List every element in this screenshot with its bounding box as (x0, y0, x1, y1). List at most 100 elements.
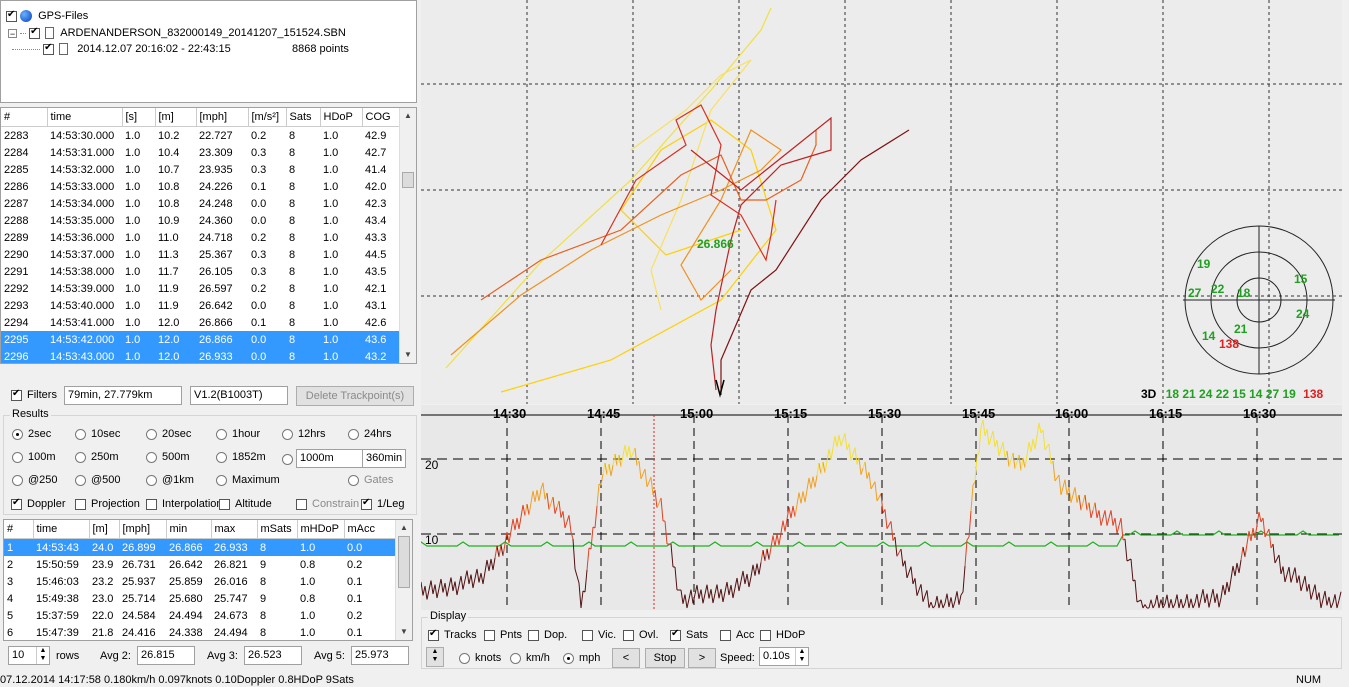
gates-option[interactable]: Gates (348, 473, 393, 487)
tree-file[interactable]: − ARDENANDERSON_832000149_20141207_15152… (8, 25, 346, 41)
result-flag[interactable]: Constrain (296, 497, 359, 511)
table-row[interactable]: 2284 14:53:31.000 1.0 10.4 23.309 0.3 8 1.0 42.7 (1, 144, 401, 161)
display-check[interactable]: Sats (670, 628, 708, 642)
radio-button[interactable] (216, 474, 227, 486)
scroll-down-icon[interactable]: ▼ (400, 347, 416, 363)
points-col-header[interactable]: [mph] (196, 108, 249, 127)
radio-button[interactable] (348, 428, 359, 440)
display-check[interactable]: Ovl. (623, 628, 659, 642)
table-row[interactable]: 6 15:47:39 21.8 24.416 24.338 24.494 8 1.0 0.1 (4, 624, 398, 640)
points-table[interactable]: # time [s] [m] [mph] [m/s²] Sats HDoP COG 2283 14… (1, 108, 402, 363)
table-row[interactable]: 2296 14:53:43.000 1.0 12.0 26.933 0.0 8 1.0 43.2 (1, 348, 401, 363)
results-col-header[interactable]: time (33, 520, 90, 539)
unit-option[interactable]: mph (563, 651, 600, 665)
filters-option[interactable]: Filters (11, 388, 57, 402)
result-flag[interactable]: 1/Leg (361, 497, 405, 511)
radio-button[interactable] (75, 428, 86, 440)
radio-button[interactable] (75, 474, 86, 486)
checkbox[interactable] (623, 629, 634, 641)
checkbox[interactable] (582, 629, 593, 641)
next-button[interactable]: > (688, 648, 716, 668)
collapse-icon[interactable]: − (8, 28, 17, 38)
table-row[interactable]: 2287 14:53:34.000 1.0 10.8 24.248 0.0 8 1.0 42.3 (1, 195, 401, 212)
result-option[interactable]: 250m (75, 450, 119, 464)
results-col-header[interactable]: mHDoP (297, 520, 345, 539)
table-row[interactable]: 5 15:37:59 22.0 24.584 24.494 24.673 8 1.0 0.2 (4, 607, 398, 624)
scroll-down-icon[interactable]: ▼ (396, 624, 412, 640)
result-option[interactable]: 1852m (216, 450, 266, 464)
scroll-thumb[interactable] (398, 536, 410, 588)
radio-button[interactable] (348, 474, 359, 486)
filters-checkbox[interactable] (11, 388, 22, 401)
table-row[interactable]: 2292 14:53:39.000 1.0 11.9 26.597 0.2 8 1.0 42.1 (1, 280, 401, 297)
unit-option[interactable]: knots (459, 651, 501, 665)
custom-time-field[interactable]: 360min (362, 449, 406, 468)
results-col-header[interactable]: max (211, 520, 258, 539)
prev-button[interactable]: < (612, 648, 640, 668)
radio-button[interactable] (75, 451, 86, 463)
checkbox[interactable] (11, 497, 22, 510)
result-option[interactable]: 20sec (146, 427, 191, 441)
points-col-header[interactable]: [m] (155, 108, 197, 127)
radio-button[interactable] (563, 652, 574, 664)
result-option[interactable]: 10sec (75, 427, 120, 441)
results-table[interactable]: # time [m] [mph] min max mSats mHDoP mAcc 1 14:53… (4, 520, 399, 640)
display-check[interactable]: Acc (720, 628, 754, 642)
table-row[interactable]: 2295 14:53:42.000 1.0 12.0 26.866 0.0 8 1.0 43.6 (1, 331, 401, 348)
scroll-thumb[interactable] (402, 172, 414, 188)
result-option[interactable]: Maximum (216, 473, 280, 487)
radio-button[interactable] (282, 453, 293, 465)
speed-spinner[interactable]: 0.10s ▲ ▼ (759, 647, 809, 666)
points-col-header[interactable]: Sats (286, 108, 321, 127)
tree-root[interactable]: GPS-Files (6, 8, 88, 24)
rows-spinner[interactable]: 10 ▲ ▼ (8, 646, 50, 665)
tree-file-checkbox[interactable] (29, 26, 41, 39)
result-option[interactable]: 1hour (216, 427, 260, 441)
radio-button[interactable] (216, 428, 227, 440)
results-col-header[interactable]: [m] (89, 520, 120, 539)
track-map[interactable]: 26.866 19 15 27 22 18 24 21 14 138 3D 18 21 24 2… (421, 0, 1342, 404)
checkbox[interactable] (528, 629, 539, 641)
radio-button[interactable] (146, 428, 157, 440)
radio-button[interactable] (510, 652, 521, 664)
radio-button[interactable] (459, 652, 470, 664)
radio-button[interactable] (282, 428, 293, 440)
tree-segment-checkbox[interactable] (43, 42, 55, 55)
spinner-icon[interactable]: ▲ ▼ (795, 648, 808, 665)
scroll-up-icon[interactable]: ▲ (396, 520, 412, 536)
result-option[interactable]: @500 (75, 473, 121, 487)
points-col-header[interactable]: time (47, 108, 123, 127)
results-col-header[interactable]: # (4, 520, 34, 539)
track-map-canvas[interactable]: 26.866 191527 22 18242114138 3D 18 21 24 2… (421, 0, 1342, 404)
checkbox[interactable] (361, 497, 372, 510)
table-row[interactable]: 2286 14:53:33.000 1.0 10.8 24.226 0.1 8 1.0 42.0 (1, 178, 401, 195)
table-row[interactable]: 2293 14:53:40.000 1.0 11.9 26.642 0.0 8 1.0 43.1 (1, 297, 401, 314)
table-row[interactable]: 2291 14:53:38.000 1.0 11.7 26.105 0.3 8 1.0 43.5 (1, 263, 401, 280)
delete-trackpoints-button[interactable]: Delete Trackpoint(s) (296, 386, 414, 406)
checkbox[interactable] (484, 629, 495, 641)
table-row[interactable]: 2288 14:53:35.000 1.0 10.9 24.360 0.0 8 1.0 43.4 (1, 212, 401, 229)
table-row[interactable]: 2289 14:53:36.000 1.0 11.0 24.718 0.2 8 1.0 43.3 (1, 229, 401, 246)
table-row[interactable]: 2290 14:53:37.000 1.0 11.3 25.367 0.3 8 1.0 44.5 (1, 246, 401, 263)
results-scrollbar[interactable]: ▲ ▼ (395, 520, 412, 640)
results-col-header[interactable]: mAcc (344, 520, 399, 539)
points-col-header[interactable]: COG (362, 108, 402, 127)
unit-option[interactable]: km/h (510, 651, 550, 665)
points-scrollbar[interactable]: ▲ ▼ (399, 108, 416, 363)
result-option[interactable]: @250 (12, 473, 58, 487)
result-option[interactable]: 24hrs (348, 427, 392, 441)
result-flag[interactable]: Altitude (219, 497, 272, 511)
custom-distance-field[interactable]: 1000m (296, 449, 368, 468)
table-row[interactable]: 2285 14:53:32.000 1.0 10.7 23.935 0.3 8 1.0 41.4 (1, 161, 401, 178)
result-option[interactable]: 2sec (12, 427, 51, 441)
checkbox[interactable] (296, 498, 307, 510)
display-check[interactable]: Dop. (528, 628, 567, 642)
display-check[interactable]: Tracks (428, 628, 477, 642)
radio-button[interactable] (146, 451, 157, 463)
result-flag[interactable]: Interpolation (146, 497, 223, 511)
result-flag[interactable]: Projection (75, 497, 140, 511)
radio-button[interactable] (12, 428, 23, 440)
results-col-header[interactable]: mSats (257, 520, 298, 539)
table-row[interactable]: 2294 14:53:41.000 1.0 12.0 26.866 0.1 8 1.0 42.6 (1, 314, 401, 331)
display-check[interactable]: Pnts (484, 628, 522, 642)
